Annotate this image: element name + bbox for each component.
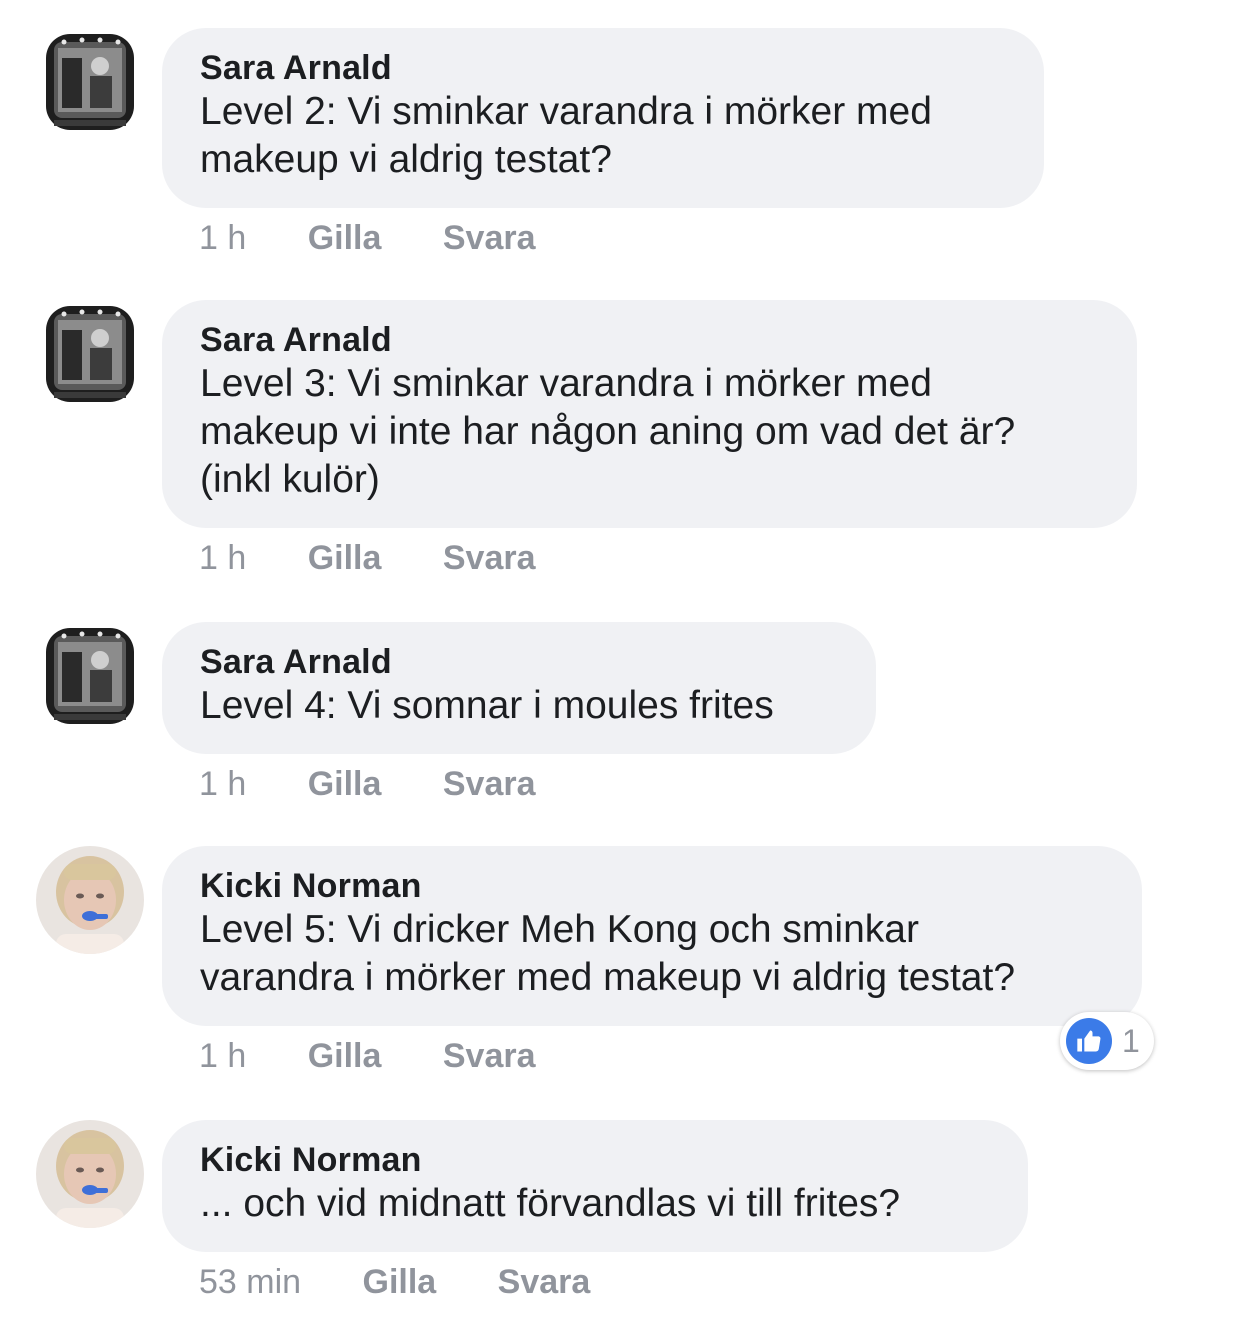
comment-time[interactable]: 53 min — [199, 1262, 301, 1302]
comment-actions: 1 h Gilla Svara — [199, 764, 536, 804]
mirror-photo-avatar — [40, 622, 140, 730]
comment-actions: 1 h Gilla Svara — [199, 218, 536, 258]
avatar[interactable] — [40, 300, 140, 408]
comment-text: Level 5: Vi dricker Meh Kong och sminkar… — [200, 908, 1016, 999]
comment-time[interactable]: 1 h — [199, 218, 246, 258]
reply-button[interactable]: Svara — [443, 218, 536, 258]
reply-button[interactable]: Svara — [443, 764, 536, 804]
mirror-photo-avatar — [40, 28, 140, 136]
thumbs-up-icon — [1066, 1018, 1112, 1064]
comment-bubble[interactable]: Kicki Norman ... och vid midnatt förvand… — [162, 1120, 1028, 1252]
reaction-summary[interactable]: 1 — [1060, 1012, 1154, 1070]
comment-time[interactable]: 1 h — [199, 764, 246, 804]
comment-author[interactable]: Sara Arnald — [200, 642, 838, 682]
portrait-photo-avatar — [36, 1120, 144, 1228]
comment-time[interactable]: 1 h — [199, 1036, 246, 1076]
comment-text: Level 4: Vi somnar i moules frites — [200, 684, 774, 727]
mirror-photo-avatar — [40, 300, 140, 408]
like-button[interactable]: Gilla — [308, 218, 382, 258]
avatar[interactable] — [36, 846, 144, 954]
reaction-count: 1 — [1122, 1022, 1140, 1059]
avatar[interactable] — [40, 28, 140, 136]
portrait-photo-avatar — [36, 846, 144, 954]
comment-bubble[interactable]: Kicki Norman Level 5: Vi dricker Meh Kon… — [162, 846, 1142, 1026]
like-button[interactable]: Gilla — [308, 1036, 382, 1076]
reply-button[interactable]: Svara — [443, 1036, 536, 1076]
comment-time[interactable]: 1 h — [199, 538, 246, 578]
comment-actions: 53 min Gilla Svara — [199, 1262, 590, 1302]
comment-actions: 1 h Gilla Svara — [199, 1036, 536, 1076]
comment-actions: 1 h Gilla Svara — [199, 538, 536, 578]
avatar[interactable] — [36, 1120, 144, 1228]
comment-text: Level 2: Vi sminkar varandra i mörker me… — [200, 90, 932, 181]
comment-text: Level 3: Vi sminkar varandra i mörker me… — [200, 362, 1016, 501]
comment-text: ... och vid midnatt förvandlas vi till f… — [200, 1182, 901, 1225]
comment-bubble[interactable]: Sara Arnald Level 2: Vi sminkar varandra… — [162, 28, 1044, 208]
like-button[interactable]: Gilla — [308, 764, 382, 804]
comment-author[interactable]: Sara Arnald — [200, 48, 1006, 88]
like-button[interactable]: Gilla — [363, 1262, 437, 1302]
avatar[interactable] — [40, 622, 140, 730]
comment-author[interactable]: Kicki Norman — [200, 1140, 990, 1180]
like-button[interactable]: Gilla — [308, 538, 382, 578]
comment-bubble[interactable]: Sara Arnald Level 4: Vi somnar i moules … — [162, 622, 876, 754]
reply-button[interactable]: Svara — [443, 538, 536, 578]
comment-author[interactable]: Kicki Norman — [200, 866, 1104, 906]
reply-button[interactable]: Svara — [498, 1262, 591, 1302]
comment-bubble[interactable]: Sara Arnald Level 3: Vi sminkar varandra… — [162, 300, 1137, 528]
comment-author[interactable]: Sara Arnald — [200, 320, 1099, 360]
